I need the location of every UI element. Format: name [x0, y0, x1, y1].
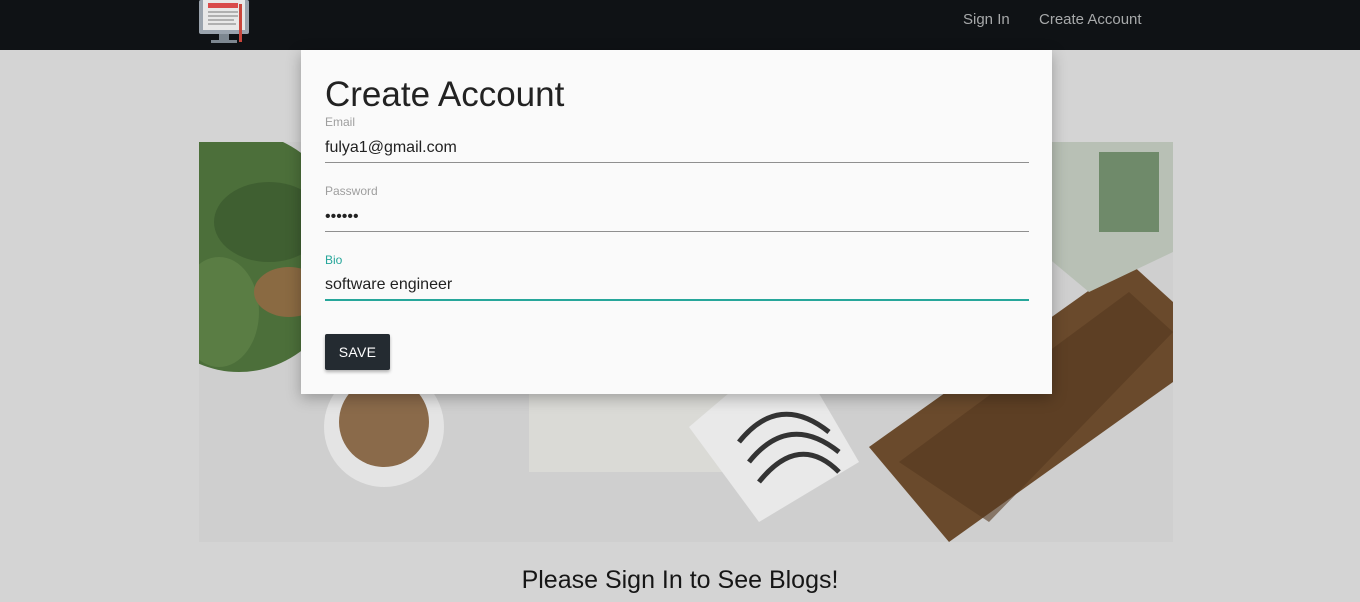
- save-button[interactable]: SAVE: [325, 334, 390, 370]
- nav-create-account-link[interactable]: Create Account: [1039, 11, 1142, 29]
- email-label: Email: [325, 115, 356, 129]
- password-field[interactable]: [325, 202, 1029, 232]
- modal-title: Create Account: [325, 75, 565, 114]
- password-label: Password: [325, 184, 378, 198]
- bio-label: Bio: [325, 253, 343, 267]
- sign-in-prompt: Please Sign In to See Blogs!: [521, 566, 839, 594]
- top-navbar: Sign In Create Account: [0, 0, 1360, 50]
- email-field[interactable]: [325, 133, 1029, 163]
- create-account-modal: Create Account Email Password Bio SAVE: [301, 50, 1052, 394]
- bio-field[interactable]: [325, 271, 1029, 301]
- nav-sign-in-link[interactable]: Sign In: [963, 11, 1010, 29]
- computer-blog-icon[interactable]: [199, 0, 249, 45]
